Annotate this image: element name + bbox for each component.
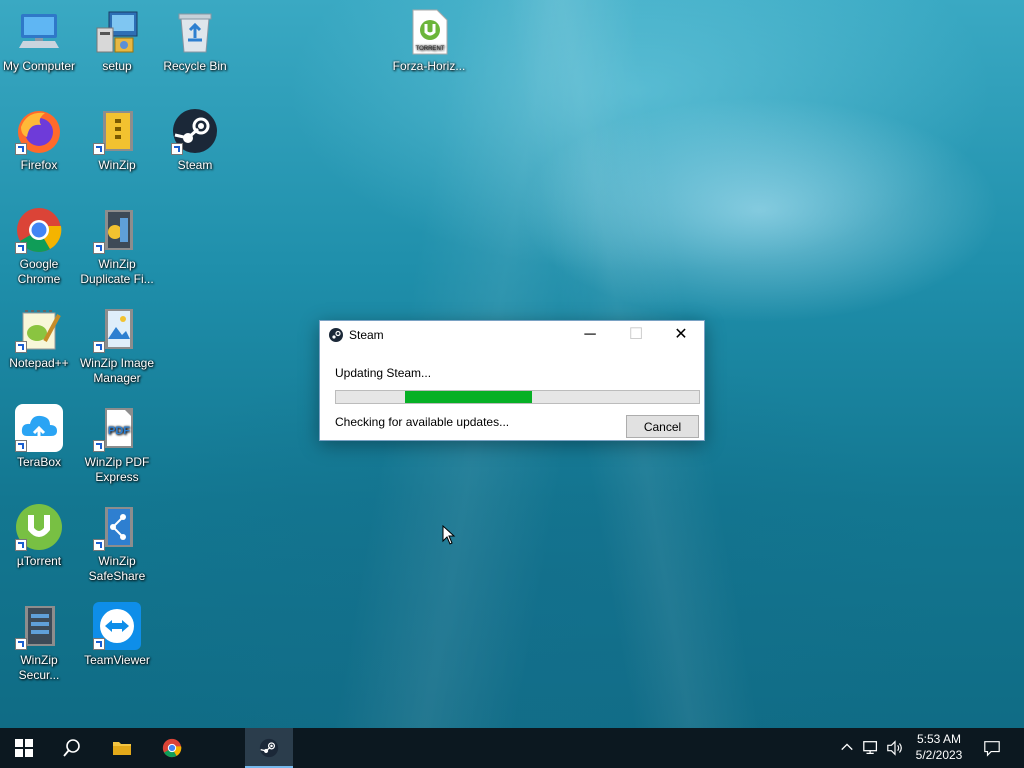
taskbar-clock[interactable]: 5:53 AM 5/2/2023 — [908, 731, 970, 763]
desktop-icon-notepad-plus-plus[interactable]: Notepad++ — [0, 299, 78, 371]
tray-network[interactable] — [860, 728, 882, 768]
desktop-icon-teamviewer[interactable]: TeamViewer — [78, 596, 156, 668]
maximize-button: ☐ — [628, 326, 644, 343]
winzip-secure-icon — [15, 602, 63, 650]
desktop-icon-label: setup — [102, 59, 132, 73]
winzip-safeshare-icon — [93, 503, 141, 551]
desktop-icon-google-chrome[interactable]: Google Chrome — [0, 200, 78, 287]
windows-logo-icon — [15, 739, 33, 757]
minimize-button[interactable]: ─ — [567, 321, 613, 349]
desktop-icon-label: Notepad++ — [9, 356, 69, 370]
setup-icon — [93, 8, 141, 56]
network-icon — [863, 741, 878, 755]
steam-icon — [259, 738, 279, 758]
desktop-icon-label: WinZip PDF Express — [84, 455, 150, 484]
desktop-icon-winzip-duplicate[interactable]: WinZip Duplicate Fi... — [78, 200, 156, 287]
utorrent-icon — [15, 503, 63, 551]
desktop-icon-forza-torrent[interactable]: TORRENT Forza-Horiz... — [390, 2, 468, 74]
desktop-icon-steam[interactable]: Steam — [156, 101, 234, 173]
desktop-icon-label: WinZip Duplicate Fi... — [80, 257, 154, 286]
tray-volume[interactable] — [884, 728, 906, 768]
steam-icon — [329, 328, 343, 342]
steam-update-dialog: Steam ─ ☐ ✕ Updating Steam... Checking f… — [319, 320, 705, 441]
desktop-icon-firefox[interactable]: Firefox — [0, 101, 78, 173]
start-button[interactable] — [0, 728, 48, 768]
desktop-icon-label: WinZip — [98, 158, 136, 172]
speaker-icon — [887, 740, 902, 756]
desktop-icon-label: My Computer — [2, 59, 76, 73]
desktop-icon-winzip-pdf-express[interactable]: PDF WinZip PDF Express — [78, 398, 156, 485]
desktop-icon-label: WinZip Secur... — [18, 653, 60, 682]
clock-date: 5/2/2023 — [915, 748, 963, 762]
desktop-icon-winzip-safeshare[interactable]: WinZip SafeShare — [78, 497, 156, 584]
desktop-icon-recycle-bin[interactable]: Recycle Bin — [156, 2, 234, 74]
update-progress-bar — [335, 390, 700, 404]
steam-icon — [171, 107, 219, 155]
desktop-icon-winzip[interactable]: WinZip — [78, 101, 156, 173]
desktop-icon-terabox[interactable]: TeraBox — [0, 398, 78, 470]
desktop-icon-label: Steam — [177, 158, 213, 172]
close-button[interactable]: ✕ — [658, 321, 704, 349]
progress-fill — [404, 391, 533, 403]
desktop-icon-label: Recycle Bin — [163, 59, 227, 73]
notification-icon — [984, 741, 1000, 757]
dialog-title: Steam — [349, 328, 384, 342]
folder-icon — [113, 742, 131, 755]
chrome-icon — [162, 738, 182, 758]
torrent-file-icon: TORRENT — [405, 8, 453, 56]
taskbar-steam[interactable] — [245, 728, 293, 768]
taskbar-chrome[interactable] — [148, 728, 196, 768]
clock-time: 5:53 AM — [916, 732, 962, 746]
update-status-text: Checking for available updates... — [335, 415, 510, 429]
desktop-icon-label: WinZip Image Manager — [79, 356, 155, 385]
desktop-icon-label: Firefox — [20, 158, 58, 172]
desktop-icon-my-computer[interactable]: My Computer — [0, 2, 78, 74]
notepadpp-icon — [15, 305, 63, 353]
taskbar-file-explorer[interactable] — [98, 728, 146, 768]
desktop-icon-winzip-image-manager[interactable]: WinZip Image Manager — [78, 299, 156, 386]
action-center-button[interactable] — [980, 728, 1004, 768]
winzip-image-icon — [93, 305, 141, 353]
winzip-icon — [93, 107, 141, 155]
desktop-icon-winzip-secure[interactable]: WinZip Secur... — [0, 596, 78, 683]
recycle-bin-icon — [171, 8, 219, 56]
desktop-icon-label: TeamViewer — [84, 653, 150, 667]
firefox-icon — [15, 107, 63, 155]
computer-icon — [15, 8, 63, 56]
torrent-badge-text: TORRENT — [416, 46, 445, 52]
winzip-duplicate-icon — [93, 206, 141, 254]
search-button[interactable] — [48, 728, 96, 768]
pdf-badge-text: PDF — [108, 425, 130, 437]
mouse-cursor-icon — [442, 525, 456, 545]
desktop-icon-label: Forza-Horiz... — [392, 59, 466, 73]
desktop-icon-setup[interactable]: setup — [78, 2, 156, 74]
update-message: Updating Steam... — [335, 366, 432, 380]
taskbar: 5:53 AM 5/2/2023 — [0, 728, 1024, 768]
cancel-button[interactable]: Cancel — [626, 415, 699, 438]
desktop-icon-label: TeraBox — [16, 455, 62, 469]
desktop-icon-utorrent[interactable]: µTorrent — [0, 497, 78, 569]
chrome-icon — [15, 206, 63, 254]
desktop-icon-label: Google Chrome — [17, 257, 61, 286]
desktop-icon-label: WinZip SafeShare — [88, 554, 146, 583]
chevron-up-icon — [841, 743, 853, 751]
tray-show-hidden-icons[interactable] — [838, 728, 854, 768]
teamviewer-icon — [93, 602, 141, 650]
desktop-icon-label: µTorrent — [16, 554, 62, 568]
winzip-pdf-icon: PDF — [93, 404, 141, 452]
search-icon — [63, 739, 80, 757]
terabox-icon — [15, 404, 63, 452]
dialog-titlebar[interactable]: Steam ─ ☐ ✕ — [320, 321, 704, 349]
